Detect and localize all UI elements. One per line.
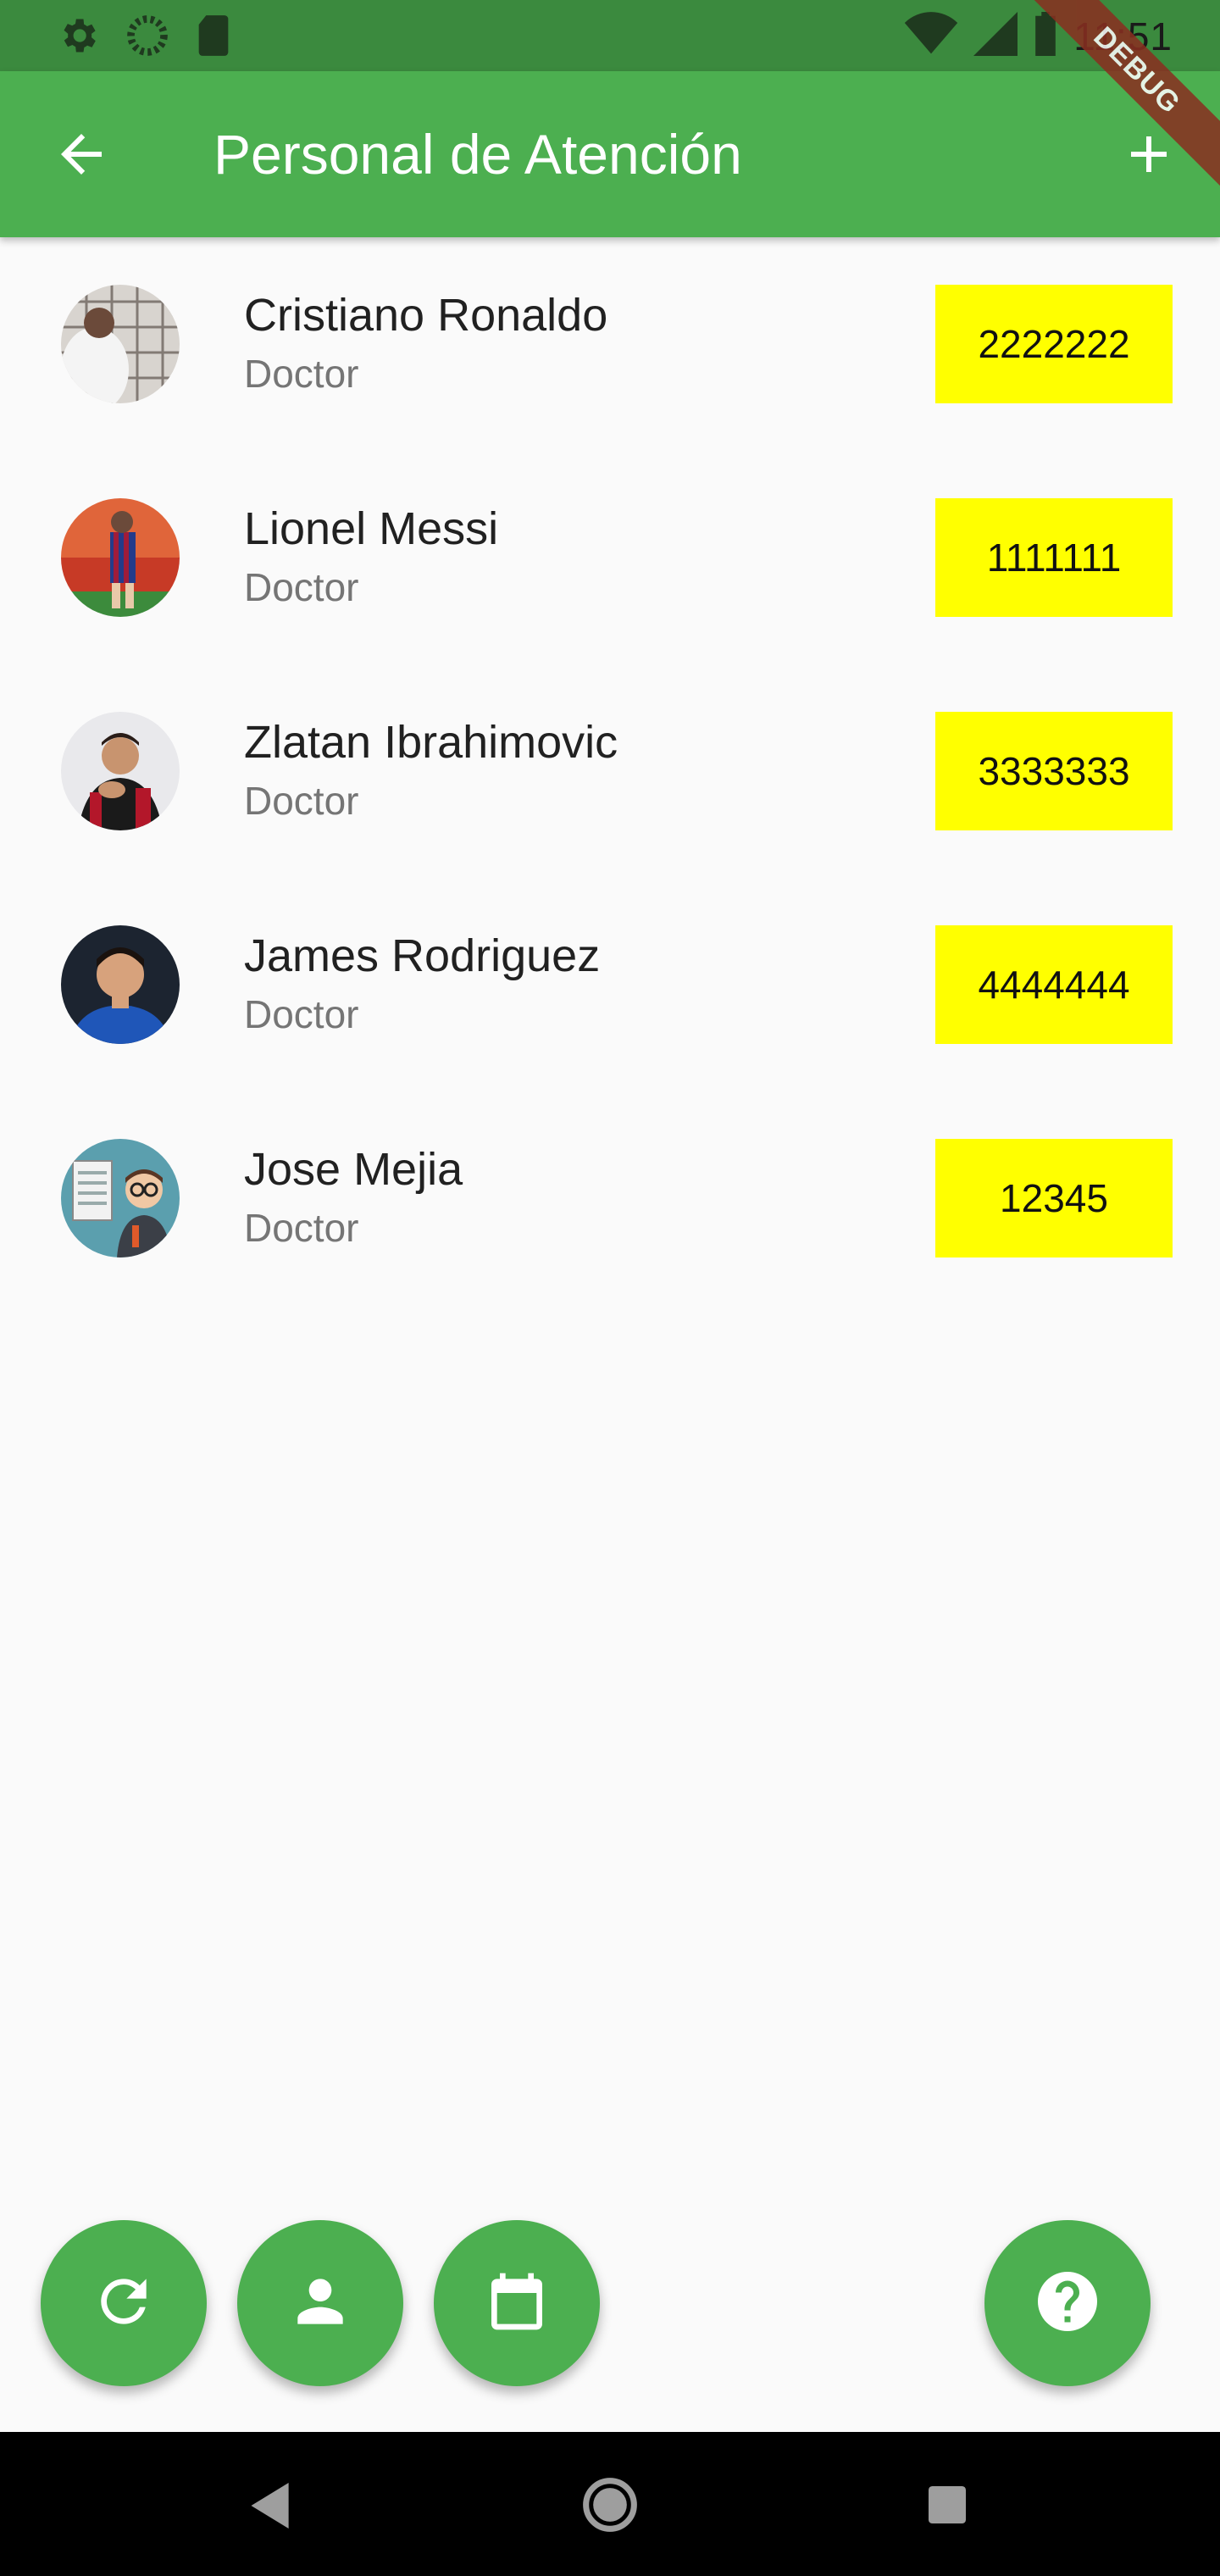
- list-item[interactable]: Cristiano Ronaldo Doctor 2222222: [0, 237, 1220, 451]
- add-icon: [1118, 136, 1179, 188]
- staff-role: Doctor: [244, 1206, 359, 1250]
- avatar: [61, 498, 180, 617]
- list-item[interactable]: Lionel Messi Doctor 1111111: [0, 451, 1220, 664]
- status-bar: 11:51: [0, 0, 1220, 71]
- calendar-button[interactable]: [434, 2220, 600, 2386]
- refresh-button[interactable]: [41, 2220, 207, 2386]
- avatar: [61, 712, 180, 830]
- gear-icon: [56, 14, 100, 62]
- staff-name: Lionel Messi: [244, 503, 499, 554]
- refresh-icon: [90, 2268, 158, 2340]
- phone-badge: 2222222: [935, 285, 1173, 403]
- staff-role: Doctor: [244, 352, 359, 396]
- staff-role: Doctor: [244, 779, 359, 823]
- person-button[interactable]: [237, 2220, 403, 2386]
- list-item[interactable]: James Rodriguez Doctor 4444444: [0, 878, 1220, 1091]
- list-item[interactable]: Jose Mejia Doctor 12345: [0, 1091, 1220, 1305]
- person-icon: [286, 2268, 354, 2340]
- avatar: [61, 925, 180, 1044]
- help-icon: [1032, 2266, 1103, 2341]
- staff-name: James Rodriguez: [244, 930, 601, 981]
- phone-badge: 12345: [935, 1139, 1173, 1257]
- staff-role: Doctor: [244, 565, 359, 609]
- phone-badge: 3333333: [935, 712, 1173, 830]
- phone-badge: 1111111: [935, 498, 1173, 617]
- recents-square-icon[interactable]: [929, 2486, 966, 2528]
- home-circle-icon[interactable]: [581, 2476, 639, 2538]
- system-nav-bar: [0, 2432, 1220, 2576]
- avatar: [61, 285, 180, 403]
- back-button[interactable]: [51, 124, 112, 185]
- circle-loader-icon: [125, 14, 169, 62]
- sd-card-icon: [195, 14, 232, 62]
- calendar-icon: [483, 2268, 551, 2340]
- staff-name: Cristiano Ronaldo: [244, 290, 608, 341]
- staff-role: Doctor: [244, 992, 359, 1036]
- app-bar: Personal de Atención: [0, 71, 1220, 237]
- staff-name: Jose Mejia: [244, 1144, 463, 1195]
- phone-badge: 4444444: [935, 925, 1173, 1044]
- list-item[interactable]: Zlatan Ibrahimovic Doctor 3333333: [0, 664, 1220, 878]
- avatar: [61, 1139, 180, 1257]
- help-button[interactable]: [984, 2220, 1151, 2386]
- back-triangle-icon[interactable]: [251, 2483, 293, 2533]
- signal-icon: [973, 12, 1018, 60]
- arrow-back-icon: [51, 134, 112, 188]
- wifi-icon: [904, 12, 958, 60]
- page-title: Personal de Atención: [214, 123, 742, 186]
- staff-name: Zlatan Ibrahimovic: [244, 717, 618, 768]
